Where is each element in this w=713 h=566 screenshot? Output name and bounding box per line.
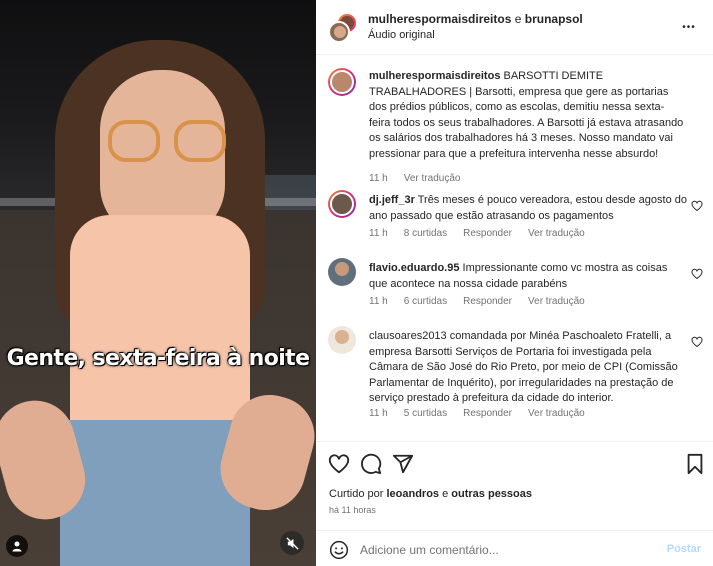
liked-user-link[interactable]: leoandros (386, 488, 439, 500)
avatar[interactable] (328, 326, 356, 354)
add-comment-bar: Postar (316, 530, 713, 566)
user-icon (12, 541, 22, 552)
comment-text: dj.jeff_3r Três meses é pouco vereadora,… (369, 193, 687, 224)
caption-translate-link[interactable]: Ver tradução (404, 173, 461, 184)
comments-list[interactable]: mulherespormaisdireitos BARSOTTI DEMITE … (316, 56, 713, 441)
post-authors[interactable]: mulherespormaisdireitos e brunapsol (368, 12, 583, 26)
avatar[interactable] (328, 258, 356, 286)
author-connector: e (511, 12, 525, 26)
comment-meta: 11 h 6 curtidas Responder Ver tradução (369, 296, 585, 307)
video-person-jeans (60, 420, 250, 566)
like-heart-icon[interactable] (328, 453, 350, 475)
reply-button[interactable]: Responder (463, 228, 512, 239)
comment-username[interactable]: flavio.eduardo.95 (369, 262, 459, 274)
liked-by: Curtido por leoandros e outras pessoas (329, 488, 532, 500)
reply-button[interactable]: Responder (463, 296, 512, 307)
caption-meta: 11 h Ver tradução (369, 173, 460, 184)
translate-link[interactable]: Ver tradução (528, 296, 585, 307)
post-actions: Curtido por leoandros e outras pessoas h… (316, 441, 713, 566)
reel-video[interactable]: Gente, sexta-feira à noite (0, 0, 316, 566)
post-time[interactable]: há 11 horas (329, 505, 376, 515)
comment-likes[interactable]: 6 curtidas (404, 296, 447, 307)
video-caption: Gente, sexta-feira à noite (6, 346, 310, 371)
heart-icon[interactable] (691, 268, 703, 280)
post-header: mulherespormaisdireitos e brunapsol Áudi… (316, 0, 713, 55)
liked-prefix: Curtido por (329, 488, 387, 500)
mute-button[interactable] (280, 531, 304, 555)
author-primary-link[interactable]: mulherespormaisdireitos (368, 12, 511, 26)
speaker-muted-icon (285, 536, 299, 550)
comment-text: flavio.eduardo.95 Impressionante como vc… (369, 261, 687, 292)
comment-text: clausoares2013 comandada por Minéa Pasch… (369, 329, 687, 407)
comment-username[interactable]: dj.jeff_3r (369, 194, 415, 206)
translate-link[interactable]: Ver tradução (528, 228, 585, 239)
comment-time: 11 h (369, 296, 388, 307)
post-panel: mulherespormaisdireitos e brunapsol Áudi… (316, 0, 713, 566)
emoji-icon[interactable] (329, 540, 349, 560)
comment-time: 11 h (369, 408, 388, 419)
caption-body: BARSOTTI DEMITE TRABALHADORES | Barsotti… (369, 70, 684, 160)
avatar-secondary (328, 21, 350, 43)
comment-likes[interactable]: 8 curtidas (404, 228, 447, 239)
author-secondary-link[interactable]: brunapsol (525, 12, 583, 26)
comment-input[interactable] (360, 539, 660, 561)
comment-bubble-icon[interactable] (360, 453, 382, 475)
comment-username[interactable]: clausoares2013 (369, 330, 447, 342)
heart-icon[interactable] (691, 200, 703, 212)
post-comment-button[interactable]: Postar (667, 543, 701, 555)
caption-username[interactable]: mulherespormaisdireitos (369, 70, 500, 82)
save-bookmark-icon[interactable] (684, 453, 706, 475)
comment-body: Três meses é pouco vereadora, estou desd… (369, 194, 687, 222)
avatar[interactable] (328, 68, 356, 96)
tagged-users-button[interactable] (6, 535, 28, 557)
video-person-top (70, 215, 250, 445)
comment-meta: 11 h 5 curtidas Responder Ver tradução (369, 408, 585, 419)
comment-time: 11 h (369, 228, 388, 239)
author-avatars[interactable] (328, 12, 358, 43)
more-options-button[interactable]: ••• (679, 17, 699, 37)
liked-connector: e (439, 488, 452, 500)
reply-button[interactable]: Responder (463, 408, 512, 419)
caption-time: 11 h (369, 173, 388, 184)
heart-icon[interactable] (691, 336, 703, 348)
audio-link[interactable]: Áudio original (368, 29, 435, 41)
translate-link[interactable]: Ver tradução (528, 408, 585, 419)
avatar[interactable] (328, 190, 356, 218)
share-send-icon[interactable] (392, 453, 414, 475)
comment-likes[interactable]: 5 curtidas (404, 408, 447, 419)
liked-others-link[interactable]: outras pessoas (451, 488, 532, 500)
comment-meta: 11 h 8 curtidas Responder Ver tradução (369, 228, 585, 239)
more-icon: ••• (682, 21, 696, 33)
video-person-glasses (108, 120, 226, 164)
caption-text: mulherespormaisdireitos BARSOTTI DEMITE … (369, 69, 684, 162)
